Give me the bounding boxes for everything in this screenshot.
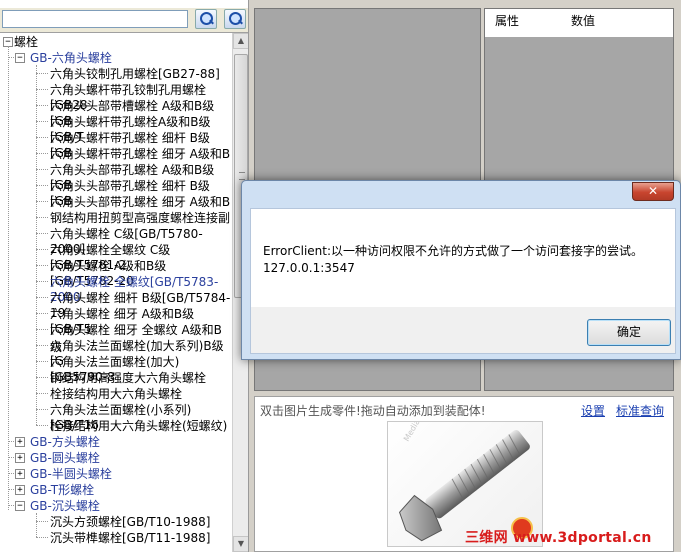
close-icon: ✕ bbox=[647, 184, 659, 198]
expand-icon[interactable]: + bbox=[15, 485, 25, 495]
drag-hint-text: 双击图片生成零件!拖动自动添加到装配体! bbox=[260, 404, 486, 418]
error-message: ErrorClient:以一种访问权限不允许的方式做了一个访问套接字的尝试。 1… bbox=[263, 243, 643, 277]
tree-group-label[interactable]: GB-半圆头螺栓 bbox=[30, 465, 112, 482]
tree-item-label[interactable]: 沉头方颈螺栓[GB/T10-1988] bbox=[50, 513, 210, 530]
error-dialog: ✕ ErrorClient:以一种访问权限不允许的方式做了一个访问套接字的尝试。… bbox=[241, 180, 681, 360]
expand-icon[interactable]: + bbox=[15, 453, 25, 463]
tree-item-label[interactable]: 六角头铰制孔用螺栓[GB27-88] bbox=[50, 65, 220, 82]
site-watermark: 三维网 www.3dportal.cn bbox=[465, 530, 652, 546]
tree-group-label[interactable]: GB-方头螺栓 bbox=[30, 433, 100, 450]
thumbnail-watermark: MediaSoft bbox=[402, 422, 430, 443]
tree-group-label[interactable]: GB-圆头螺栓 bbox=[30, 449, 100, 466]
error-message-line-1: ErrorClient:以一种访问权限不允许的方式做了一个访问套接字的尝试。 bbox=[263, 244, 644, 258]
tree-group-label[interactable]: GB-T形螺栓 bbox=[30, 481, 94, 498]
tree-group-label[interactable]: GB-六角头螺栓 bbox=[30, 49, 112, 66]
tree-item-label[interactable]: 栓接结构用大六角头螺栓(短螺纹) bbox=[50, 417, 227, 434]
tree-item-label[interactable]: 钢结构用扭剪型高强度螺栓连接副 bbox=[50, 209, 230, 226]
tree-root-label[interactable]: 螺栓 bbox=[14, 33, 38, 50]
standard-query-link[interactable]: 标准查询 bbox=[616, 402, 664, 419]
tree-item-label[interactable]: 栓接结构用大六角头螺栓 bbox=[50, 385, 182, 402]
column-header-value[interactable]: 数值 bbox=[571, 12, 595, 29]
settings-link[interactable]: 设置 bbox=[581, 402, 605, 419]
collapse-icon[interactable]: − bbox=[15, 501, 25, 511]
dialog-content: ErrorClient:以一种访问权限不允许的方式做了一个访问套接字的尝试。 1… bbox=[250, 208, 676, 308]
tree-item-label[interactable]: 六角头螺杆带孔螺栓 细牙 A级和B bbox=[50, 145, 230, 162]
tree-group-label[interactable]: GB-沉头螺栓 bbox=[30, 497, 100, 514]
expand-icon[interactable]: + bbox=[15, 469, 25, 479]
search-button[interactable] bbox=[195, 9, 217, 29]
search-input[interactable] bbox=[2, 10, 188, 28]
dialog-footer: 确定 bbox=[250, 307, 676, 354]
tree-item-label[interactable]: 沉头带榫螺栓[GB/T11-1988] bbox=[50, 529, 210, 546]
ok-button[interactable]: 确定 bbox=[587, 319, 671, 346]
error-message-line-2: 127.0.0.1:3547 bbox=[263, 261, 355, 275]
scroll-down-arrow-icon[interactable]: ▼ bbox=[233, 536, 248, 552]
search-toolbar bbox=[0, 8, 248, 33]
close-button[interactable]: ✕ bbox=[632, 182, 674, 201]
properties-header: 属性 数值 bbox=[485, 9, 673, 30]
tree-item-label[interactable]: 钢结构用高强度大六角头螺栓 bbox=[50, 369, 206, 386]
parts-tree: − 螺栓 − GB-六角头螺栓 六角头铰制孔用螺栓[GB27-88] 六角头螺杆带孔铰制孔… bbox=[0, 33, 232, 552]
search-next-button[interactable] bbox=[224, 9, 246, 29]
expand-icon[interactable]: + bbox=[15, 437, 25, 447]
column-header-attribute[interactable]: 属性 bbox=[495, 12, 519, 29]
scroll-up-arrow-icon[interactable]: ▲ bbox=[233, 33, 248, 49]
collapse-icon[interactable]: − bbox=[15, 53, 25, 63]
part-library-panel: − 螺栓 − GB-六角头螺栓 六角头铰制孔用螺栓[GB27-88] 六角头螺杆带孔铰制孔… bbox=[0, 0, 249, 552]
tree-item-label[interactable]: 六角头头部带孔螺栓 细牙 A级和B bbox=[50, 193, 230, 210]
